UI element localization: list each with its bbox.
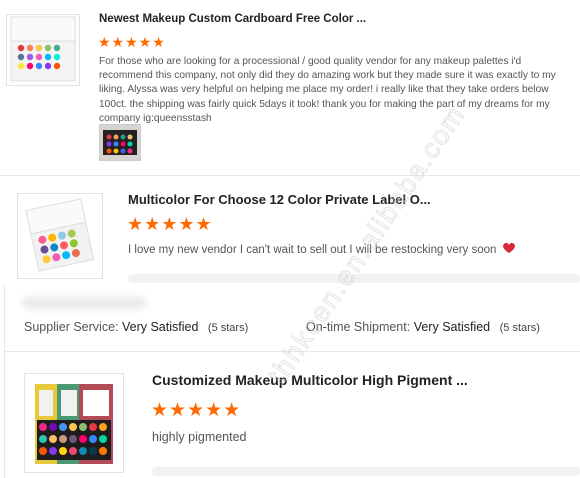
left-border [4,285,5,478]
palette-image [10,16,76,82]
placeholder-bar [128,274,580,283]
review-photo[interactable] [99,124,141,161]
divider [0,175,580,176]
supplier-service-label: Supplier Service: [24,320,119,334]
blurred-username [22,296,146,310]
product-thumbnail[interactable] [17,193,103,279]
shipment-stars: (5 stars) [499,322,540,334]
placeholder-bar [152,467,580,476]
palette-image [25,198,95,272]
product-thumbnail[interactable] [24,373,124,473]
review-title[interactable]: Customized Makeup Multicolor High Pigmen… [152,372,468,388]
palette-image [35,384,113,464]
review-text-row: I love my new vendor I can't wait to sel… [128,242,516,256]
review-text: I love my new vendor I can't wait to sel… [128,244,497,256]
heart-icon [502,242,515,253]
review-title[interactable]: Multicolor For Choose 12 Color Private L… [128,192,431,207]
star-rating: ★★★★★ [98,34,166,50]
divider [4,351,580,352]
supplier-service-rating: Supplier Service: Very Satisfied (5 star… [24,320,248,334]
product-thumbnail[interactable] [6,14,80,86]
supplier-service-value: Very Satisfied [121,320,199,334]
shipment-rating: On-time Shipment: Very Satisfied (5 star… [306,320,540,334]
star-rating: ★★★★★ [127,214,213,234]
review-title[interactable]: Newest Makeup Custom Cardboard Free Colo… [99,13,366,25]
shipment-label: On-time Shipment: [306,320,411,334]
shipment-value: Very Satisfied [413,320,491,334]
review-text: For those who are looking for a processi… [99,56,556,124]
supplier-service-stars: (5 stars) [207,322,249,334]
star-rating: ★★★★★ [151,400,242,421]
review-text: highly pigmented [152,430,247,444]
review-photo-image [100,125,140,160]
